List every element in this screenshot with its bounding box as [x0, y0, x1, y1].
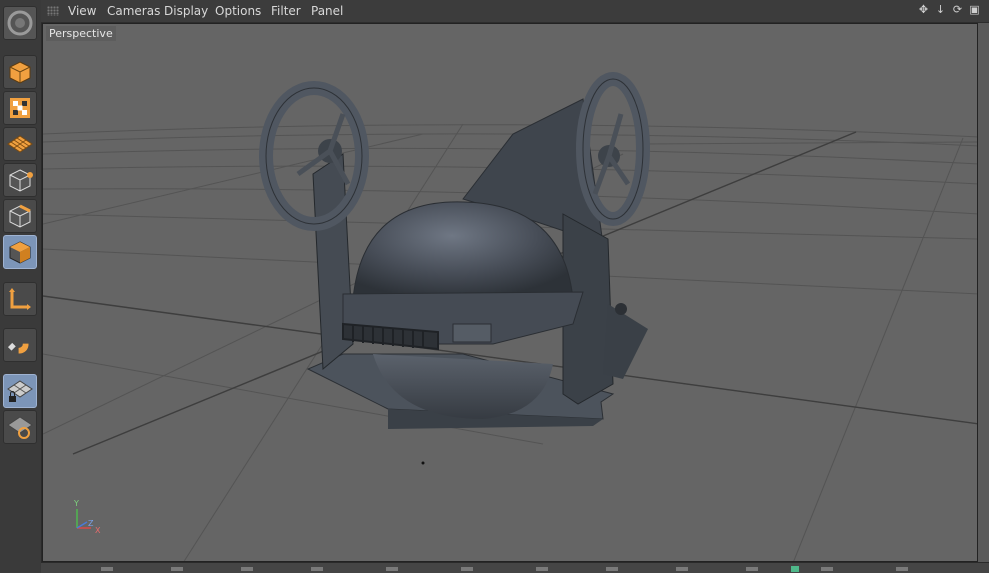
perspective-viewport[interactable]: Perspective Y Z X: [42, 23, 978, 562]
toggle-panel-icon[interactable]: ▣: [968, 3, 981, 16]
menu-bar: View Cameras Display Options Filter Pane…: [41, 0, 989, 23]
ruler-tick: [606, 567, 618, 571]
menu-display[interactable]: Display: [164, 4, 208, 18]
ruler-tick: [101, 567, 113, 571]
ruler-tick: [241, 567, 253, 571]
ruler-tick: [461, 567, 473, 571]
menu-panel[interactable]: Panel: [311, 4, 343, 18]
edges-mode-icon[interactable]: [3, 199, 37, 233]
axis-label-y: Y: [74, 499, 79, 508]
drag-grip-icon[interactable]: [47, 6, 59, 16]
rotate-view-icon[interactable]: ⟳: [951, 3, 964, 16]
ruler-tick: [171, 567, 183, 571]
locked-workplane-icon[interactable]: [3, 374, 37, 408]
menu-filter[interactable]: Filter: [271, 4, 301, 18]
timeline-ruler[interactable]: [41, 562, 989, 573]
zoom-view-icon[interactable]: ↓: [934, 3, 947, 16]
snap-magnet-icon[interactable]: [3, 328, 37, 362]
menu-cameras[interactable]: Cameras: [107, 4, 160, 18]
axis-label-z: Z: [88, 519, 94, 528]
left-toolbar: [0, 0, 42, 572]
ruler-tick: [386, 567, 398, 571]
ruler-tick: [746, 567, 758, 571]
logo-icon[interactable]: [3, 6, 37, 40]
polygons-mode-icon[interactable]: [3, 235, 37, 269]
ruler-tick: [311, 567, 323, 571]
viewport-scene: [43, 72, 977, 561]
move-view-icon[interactable]: ✥: [917, 3, 930, 16]
points-mode-icon[interactable]: [3, 163, 37, 197]
viewport-label: Perspective: [46, 26, 116, 41]
axis-label-x: X: [95, 526, 101, 535]
texture-mode-icon[interactable]: [3, 91, 37, 125]
ruler-tick: [821, 567, 833, 571]
menu-options[interactable]: Options: [215, 4, 261, 18]
ruler-tick: [536, 567, 548, 571]
planar-workplane-icon[interactable]: [3, 410, 37, 444]
workplane-mode-icon[interactable]: [3, 127, 37, 161]
ruler-tick: [676, 567, 688, 571]
origin-point: [421, 461, 425, 465]
helmet-model: [259, 72, 650, 429]
timeline-current-frame[interactable]: [791, 566, 799, 572]
axis-mode-icon[interactable]: [3, 282, 37, 316]
menu-view[interactable]: View: [68, 4, 96, 18]
model-mode-icon[interactable]: [3, 55, 37, 89]
viewport-edge: [978, 23, 989, 562]
ruler-tick: [896, 567, 908, 571]
